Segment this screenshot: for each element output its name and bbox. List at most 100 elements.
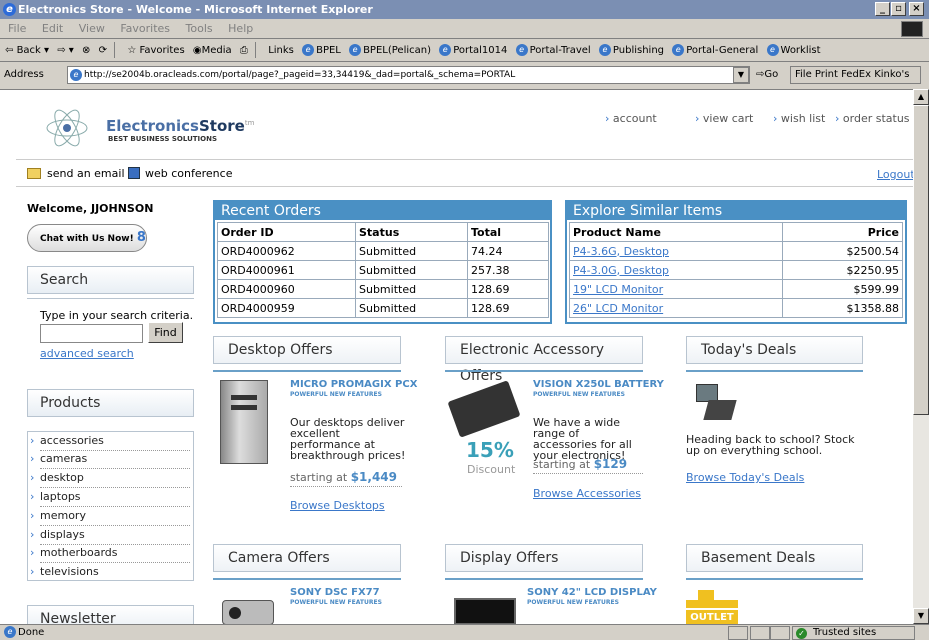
outlet-badge: OUTLET xyxy=(686,610,738,624)
scroll-up-icon[interactable]: ▲ xyxy=(913,89,929,105)
display-product-sub: POWERFUL NEW FEATURES xyxy=(527,599,619,606)
logout-link[interactable]: Logout xyxy=(877,168,913,181)
table-header-row: Order ID Status Total xyxy=(217,222,549,242)
back-button[interactable]: ⇦ Back ▾ xyxy=(5,40,49,62)
camera-product-sub: POWERFUL NEW FEATURES xyxy=(290,599,382,606)
category-displays[interactable]: displays xyxy=(30,528,85,541)
fedex-toolbar-button[interactable]: File Print FedEx Kinko's xyxy=(790,66,921,84)
table-row[interactable]: ORD4000960 Submitted 128.69 xyxy=(217,279,549,299)
media-button[interactable]: ◉Media xyxy=(193,40,232,62)
link-worklist[interactable]: e Worklist xyxy=(766,40,821,62)
wish-list-link[interactable]: wish list xyxy=(773,112,825,125)
category-cameras[interactable]: cameras xyxy=(30,452,87,465)
web-conference-link[interactable]: web conference xyxy=(145,167,232,180)
table-row[interactable]: ORD4000959 Submitted 128.69 xyxy=(217,298,549,318)
table-row[interactable]: ORD4000962 Submitted 74.24 xyxy=(217,241,549,261)
menu-file[interactable]: File xyxy=(8,22,26,35)
link-portal-general[interactable]: e Portal-General xyxy=(672,40,758,62)
chat-person-icon: 8 xyxy=(136,230,146,245)
scroll-thumb[interactable] xyxy=(913,105,929,415)
link-portal1014[interactable]: e Portal1014 xyxy=(439,40,507,62)
vertical-scrollbar[interactable]: ▲ ▼ xyxy=(913,89,929,624)
email-icon xyxy=(27,168,41,179)
send-email-link[interactable]: send an email xyxy=(47,167,125,180)
close-button[interactable]: × xyxy=(909,2,924,16)
forward-button[interactable]: ⇨ ▾ xyxy=(57,40,74,62)
advanced-search-link[interactable]: advanced search xyxy=(40,347,134,360)
menu-favorites[interactable]: Favorites xyxy=(120,22,170,35)
favorites-button[interactable]: ☆ Favorites xyxy=(127,40,184,62)
similar-item-link[interactable]: 19" LCD Monitor xyxy=(569,279,783,299)
column-header: Status xyxy=(355,222,468,242)
logo-text: ElectronicsStoretm xyxy=(106,117,255,135)
page-viewport: ElectronicsStoretm BEST BUSINESS SOLUTIO… xyxy=(0,89,913,624)
desktop-price: starting at $1,449 xyxy=(290,470,397,484)
outlet-image: OUTLET xyxy=(686,590,738,624)
address-dropdown-icon[interactable]: ▼ xyxy=(733,67,749,83)
link-bpel-pelican[interactable]: e BPEL(Pelican) xyxy=(349,40,431,62)
scroll-down-icon[interactable]: ▼ xyxy=(913,608,929,624)
status-bar: e Done ✓ Trusted sites xyxy=(0,624,929,640)
display-product-name: SONY 42" LCD DISPLAY xyxy=(527,587,657,598)
link-portal-travel[interactable]: e Portal-Travel xyxy=(515,40,591,62)
column-header: Price xyxy=(782,222,903,242)
security-zone: ✓ Trusted sites xyxy=(792,626,915,640)
menu-help[interactable]: Help xyxy=(228,22,253,35)
desktop-product-name: MICRO PROMAGIX PCX xyxy=(290,379,418,390)
ie-icon: e xyxy=(3,3,16,16)
maximize-button[interactable]: ▫ xyxy=(891,2,906,16)
similar-items-title: Explore Similar Items xyxy=(567,202,905,220)
category-memory[interactable]: memory xyxy=(30,509,86,522)
category-accessories[interactable]: accessories xyxy=(30,434,104,447)
menu-edit[interactable]: Edit xyxy=(42,22,63,35)
basement-deals-title: Basement Deals xyxy=(686,544,863,572)
todays-deals-title: Today's Deals xyxy=(686,336,863,364)
category-desktop[interactable]: desktop xyxy=(30,471,84,484)
similar-item-link[interactable]: P4-3.6G, Desktop xyxy=(569,241,783,261)
order-status-link[interactable]: order status xyxy=(835,112,910,125)
print-icon[interactable]: ⎙ xyxy=(240,40,248,62)
refresh-icon[interactable]: ⟳ xyxy=(99,40,107,62)
table-row: P4-3.6G, Desktop $2500.54 xyxy=(569,241,903,261)
category-televisions[interactable]: televisions xyxy=(30,565,99,578)
address-bar: Address e http://se2004b.oracleads.com/p… xyxy=(0,63,929,87)
similar-item-link[interactable]: 26" LCD Monitor xyxy=(569,298,783,318)
browse-accessories-link[interactable]: Browse Accessories xyxy=(533,487,641,500)
display-offers-title: Display Offers xyxy=(445,544,643,572)
menu-tools[interactable]: Tools xyxy=(186,22,213,35)
menu-view[interactable]: View xyxy=(79,22,105,35)
recent-orders-table: Order ID Status Total ORD4000962 Submitte… xyxy=(217,222,549,318)
status-text: e Done xyxy=(4,625,44,640)
find-button[interactable]: Find xyxy=(148,322,183,343)
links-label: Links xyxy=(268,45,294,56)
browse-todays-deals-link[interactable]: Browse Today's Deals xyxy=(686,471,804,484)
chat-button[interactable]: Chat with Us Now! 8 xyxy=(27,224,147,252)
minimize-button[interactable]: _ xyxy=(875,2,890,16)
similar-item-link[interactable]: P4-3.0G, Desktop xyxy=(569,260,783,280)
view-cart-link[interactable]: view cart xyxy=(695,112,753,125)
column-header: Total xyxy=(467,222,549,242)
window-title-bar: e Electronics Store - Welcome - Microsof… xyxy=(0,0,929,19)
welcome-text: Welcome, JJOHNSON xyxy=(27,202,154,215)
category-laptops[interactable]: laptops xyxy=(30,490,80,503)
account-link[interactable]: account xyxy=(605,112,657,125)
go-button[interactable]: ⇨Go xyxy=(756,63,778,87)
table-row[interactable]: ORD4000961 Submitted 257.38 xyxy=(217,260,549,280)
column-header: Order ID xyxy=(217,222,356,242)
products-section-title: Products xyxy=(27,389,194,417)
todays-deals-desc: Heading back to school? Stock up on ever… xyxy=(686,433,855,457)
link-bpel[interactable]: e BPEL xyxy=(302,40,341,62)
browse-desktops-link[interactable]: Browse Desktops xyxy=(290,499,385,512)
address-input[interactable]: e http://se2004b.oracleads.com/portal/pa… xyxy=(67,66,750,84)
discount-percent: 15% xyxy=(466,438,514,462)
category-motherboards[interactable]: motherboards xyxy=(30,546,117,559)
laptop-image xyxy=(690,382,737,426)
stop-icon[interactable]: ⊗ xyxy=(82,40,90,62)
accessory-product-sub: POWERFUL NEW FEATURES xyxy=(533,391,625,398)
subheader-divider xyxy=(16,186,913,187)
desktop-offer-desc: Our desktops deliver excellent performan… xyxy=(290,416,406,462)
battery-image xyxy=(447,380,521,438)
link-publishing[interactable]: e Publishing xyxy=(598,40,664,62)
camera-image xyxy=(222,600,274,624)
search-input[interactable] xyxy=(40,324,143,343)
